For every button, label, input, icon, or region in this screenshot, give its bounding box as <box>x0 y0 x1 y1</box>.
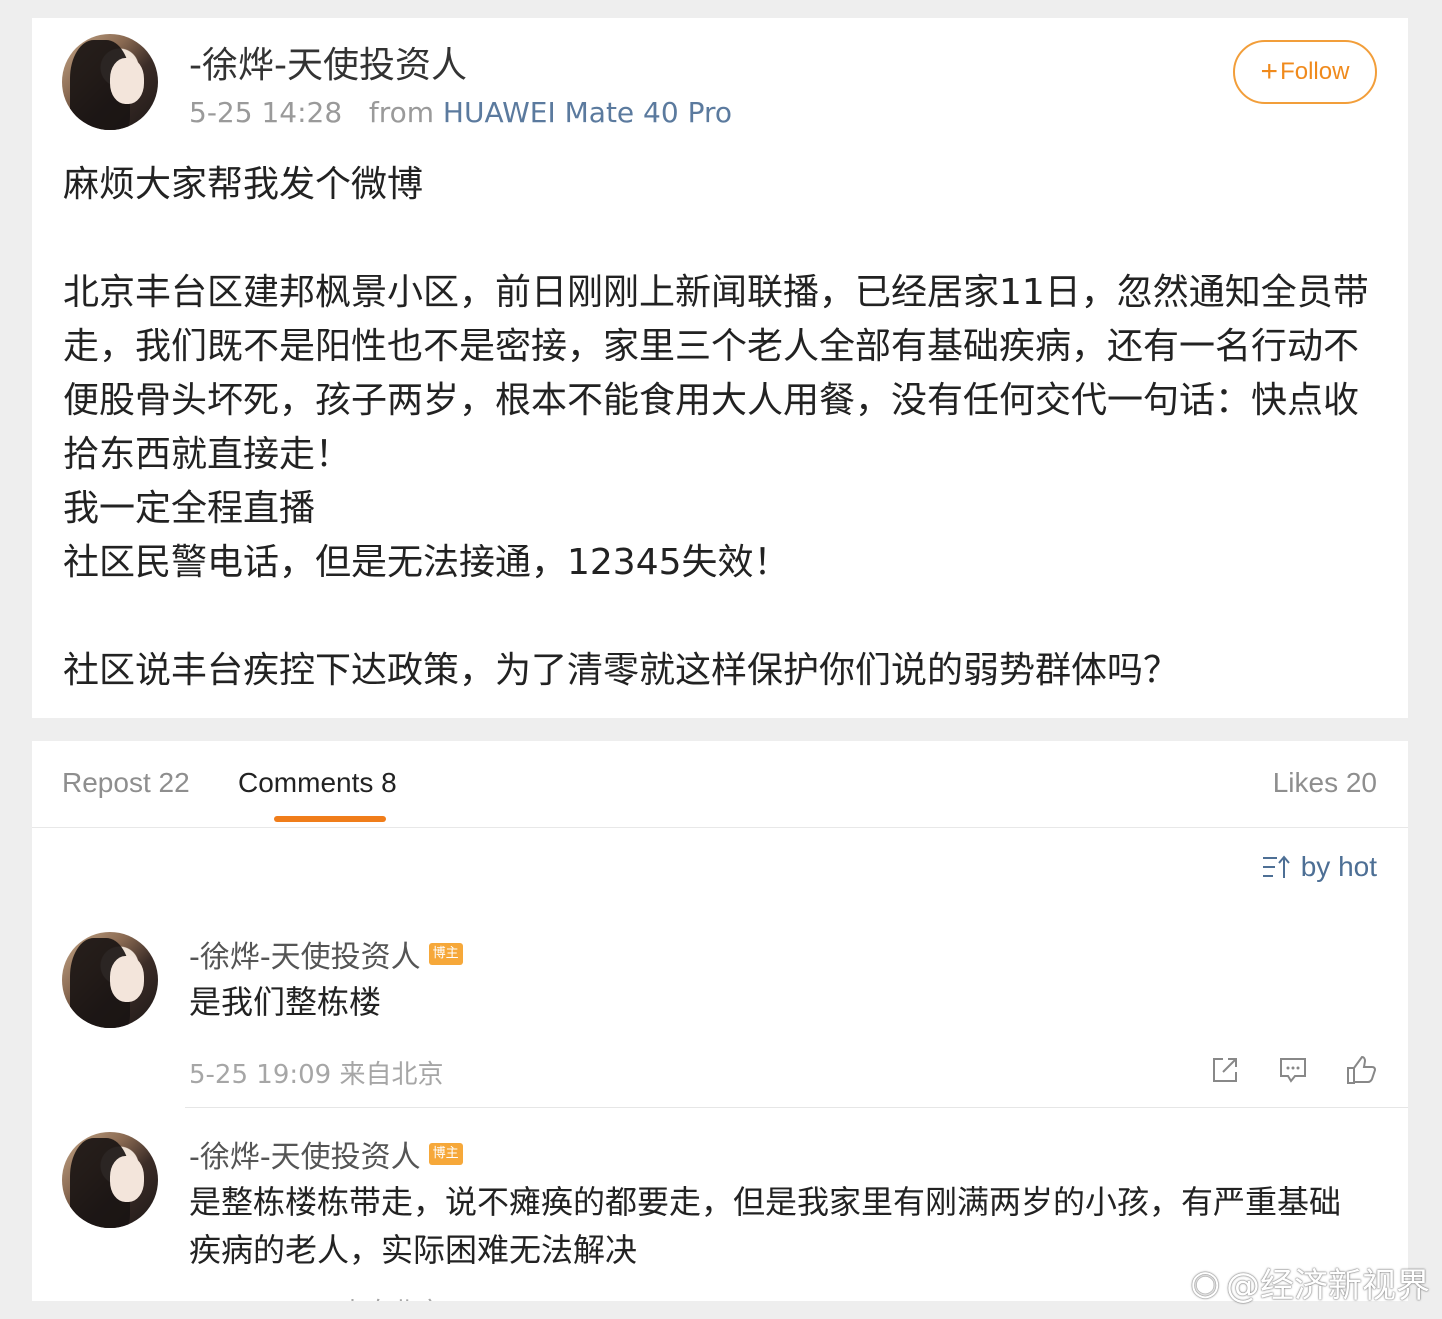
comment-meta: 5-25 19:09 来自北京 <box>189 1060 444 1090</box>
follow-label: Follow <box>1280 58 1350 85</box>
commenter-name[interactable]: -徐烨-天使投资人 博主 <box>189 932 463 976</box>
watermark: ◉ @经济新视界 <box>1190 1258 1430 1307</box>
commenter-name-text: -徐烨-天使投资人 <box>189 940 421 975</box>
commenter-name-text: -徐烨-天使投资人 <box>189 1140 421 1175</box>
watermark-text: @经济新视界 <box>1226 1266 1430 1306</box>
comment-divider <box>185 1107 1408 1108</box>
comment-item: -徐烨-天使投资人 博主 是我们整栋楼 5-25 19:09 来自北京 <box>32 932 1408 1132</box>
plus-icon: + <box>1260 55 1279 88</box>
tab-repost[interactable]: Repost 22 <box>62 767 190 799</box>
post-paragraph: 我一定全程直播 <box>63 488 316 529</box>
post-paragraph: 社区民警电话，但是无法接通，12345失效！ <box>63 542 790 583</box>
post-card: -徐烨-天使投资人 5-25 14:28 from HUAWEI Mate 40… <box>32 18 1408 718</box>
weibo-logo-icon: ◉ <box>1190 1262 1220 1303</box>
comment-icon[interactable] <box>1277 1054 1309 1086</box>
comment-actions <box>1209 1054 1377 1086</box>
comment-text: 是我们整栋楼 <box>189 983 382 1021</box>
comment-meta: 5-25 19:19 来自北京 <box>189 1292 443 1301</box>
author-avatar[interactable] <box>62 34 158 130</box>
commenter-name[interactable]: -徐烨-天使投资人 博主 <box>189 1132 463 1176</box>
comments-card: Repost 22 Comments 8 Likes 20 by hot -徐烨… <box>32 741 1408 1301</box>
sort-label: by hot <box>1300 851 1377 882</box>
post-paragraph: 社区说丰台疾控下达政策，为了清零就这样保护你们说的弱势群体吗？ <box>63 650 1180 691</box>
post-meta: 5-25 14:28 from HUAWEI Mate 40 Pro <box>189 96 732 129</box>
tab-bar: Repost 22 Comments 8 Likes 20 <box>32 741 1408 828</box>
active-tab-indicator <box>274 816 386 822</box>
like-icon[interactable] <box>1345 1054 1377 1086</box>
post-device[interactable]: HUAWEI Mate 40 Pro <box>443 96 732 129</box>
share-icon[interactable] <box>1209 1054 1241 1086</box>
tab-likes[interactable]: Likes 20 <box>1273 767 1377 799</box>
post-author-name[interactable]: -徐烨-天使投资人 <box>189 36 467 88</box>
follow-button[interactable]: + Follow <box>1233 40 1377 104</box>
commenter-avatar[interactable] <box>62 1132 158 1228</box>
post-time: 5-25 14:28 <box>189 96 343 129</box>
sort-by-hot-button[interactable]: by hot <box>1261 851 1377 883</box>
commenter-avatar[interactable] <box>62 932 158 1028</box>
author-badge: 博主 <box>428 1143 463 1165</box>
author-badge: 博主 <box>428 943 463 965</box>
post-from-label: from <box>368 96 435 129</box>
post-paragraph: 麻烦大家帮我发个微博 <box>63 164 424 205</box>
post-body: 麻烦大家帮我发个微博 北京丰台区建邦枫景小区，前日刚刚上新闻联播，已经居家11日… <box>63 158 1383 698</box>
tab-comments[interactable]: Comments 8 <box>238 767 397 799</box>
post-paragraph: 北京丰台区建邦枫景小区，前日刚刚上新闻联播，已经居家11日，忽然通知全员带走，我… <box>63 272 1369 475</box>
sort-icon <box>1262 855 1290 878</box>
